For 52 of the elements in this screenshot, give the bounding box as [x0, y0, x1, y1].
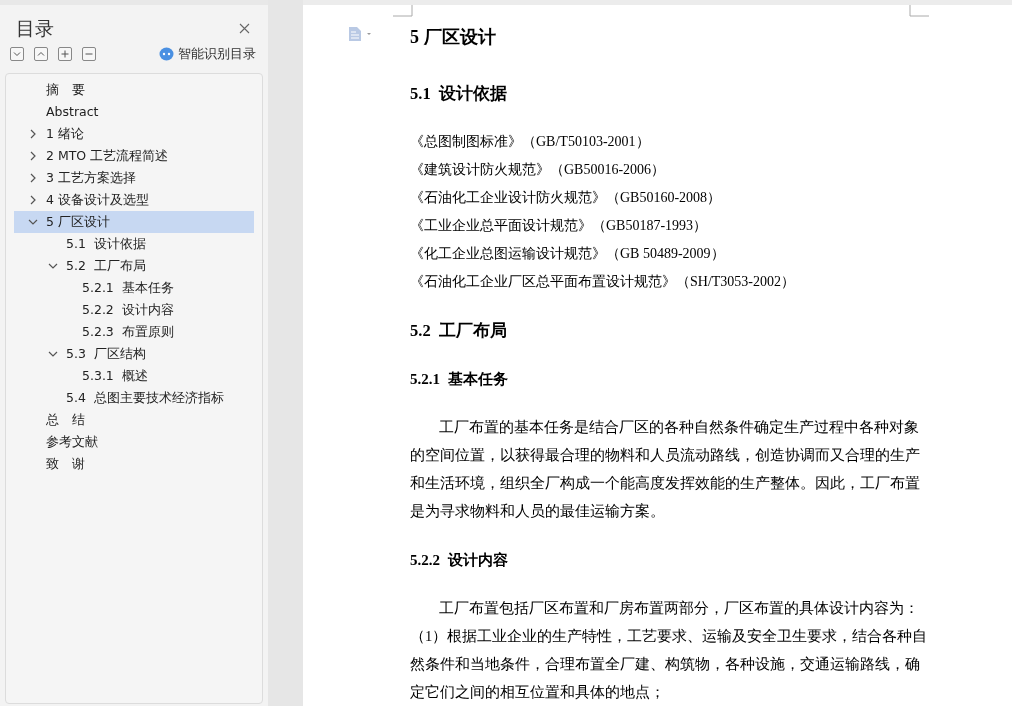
list-paragraph: （1）根据工业企业的生产特性，工艺要求、运输及安全卫生要求，结合各种自然条件和当地条件，合理布置全厂建、构筑物，各种设施，交通运输路线，确定它们之间的相互位置和具体的地点；: [410, 627, 929, 702]
toc-item[interactable]: Abstract: [14, 101, 254, 123]
toc-item[interactable]: 摘 要: [14, 79, 254, 101]
toc-item[interactable]: 5.3.1 概述: [14, 365, 254, 387]
chevron-right-icon[interactable]: [28, 195, 38, 205]
chevron-right-icon[interactable]: [28, 129, 38, 139]
toc-item[interactable]: 参考文献: [14, 431, 254, 453]
chevron-right-icon[interactable]: [28, 173, 38, 183]
toc-item[interactable]: 5.2 工厂布局: [14, 255, 254, 277]
reference-line: 《总图制图标准》（GB/T50103-2001）: [410, 133, 650, 151]
reference-line: 《石油化工企业设计防火规范》（GB50160-2008）: [410, 189, 722, 207]
smart-toc-button[interactable]: 智能识别目录: [159, 44, 256, 64]
reference-line: 《工业企业总平面设计规范》（GB50187-1993）: [410, 217, 708, 235]
toc-item[interactable]: 2 MTO 工艺流程简述: [14, 145, 254, 167]
toc-item[interactable]: 总 结: [14, 409, 254, 431]
subsection-heading: 5.2.2 设计内容: [410, 551, 508, 570]
toc-item[interactable]: 5.2.2 设计内容: [14, 299, 254, 321]
toc-item[interactable]: 5.2.1 基本任务: [14, 277, 254, 299]
toc-item[interactable]: 4 设备设计及选型: [14, 189, 254, 211]
reference-line: 《化工企业总图运输设计规范》（GB 50489-2009）: [410, 245, 725, 263]
chevron-down-icon[interactable]: [28, 217, 38, 227]
toc-item[interactable]: 3 工艺方案选择: [14, 167, 254, 189]
remove-button[interactable]: [82, 47, 96, 61]
toc-item[interactable]: 1 绪论: [14, 123, 254, 145]
toc-item[interactable]: 5.1 设计依据: [14, 233, 254, 255]
add-button[interactable]: [58, 47, 72, 61]
paragraph: 工厂布置的基本任务是结合厂区的各种自然条件确定生产过程中各种对象的空间位置，以获得最合理的物料和人员流动路线，创造协调而又合理的生产和生活环境，组织全厂构成一个能高度发挥效能的生产整体。因此，工厂布置是为寻求物料和人员的最佳运输方案。: [410, 418, 921, 521]
expand-all-button[interactable]: [10, 47, 24, 61]
add-icon: [60, 49, 70, 59]
toc-item[interactable]: 5 厂区设计: [14, 211, 254, 233]
margin-corner-mark: [393, 5, 413, 17]
section-heading: 5.2 工厂布局: [410, 320, 507, 342]
toc-item[interactable]: 致 谢: [14, 453, 254, 475]
panel-title: 目录: [16, 15, 54, 41]
section-heading: 5.1 设计依据: [410, 83, 507, 105]
margin-corner-mark: [909, 5, 929, 17]
reference-line: 《石油化工企业厂区总平面布置设计规范》（SH/T3053-2002）: [410, 273, 795, 291]
reference-line: 《建筑设计防火规范》（GB50016-2006）: [410, 161, 666, 179]
collapse-all-icon: [36, 49, 46, 59]
subsection-heading: 5.2.1 基本任务: [410, 370, 508, 389]
expand-all-icon: [12, 49, 22, 59]
collapse-all-button[interactable]: [34, 47, 48, 61]
robot-icon: [159, 47, 174, 61]
toc-item[interactable]: 5.4 总图主要技术经济指标: [14, 387, 254, 409]
heading: 5 厂区设计: [410, 26, 496, 49]
toc-item[interactable]: 5.3 厂区结构: [14, 343, 254, 365]
close-icon[interactable]: [239, 22, 250, 34]
chevron-down-icon[interactable]: [48, 349, 58, 359]
toc-item[interactable]: 5.2.3 布置原则: [14, 321, 254, 343]
chevron-down-icon[interactable]: [48, 261, 58, 271]
paragraph: 工厂布置包括厂区布置和厂房布置两部分，厂区布置的具体设计内容为：: [438, 599, 920, 618]
chevron-right-icon[interactable]: [28, 151, 38, 161]
